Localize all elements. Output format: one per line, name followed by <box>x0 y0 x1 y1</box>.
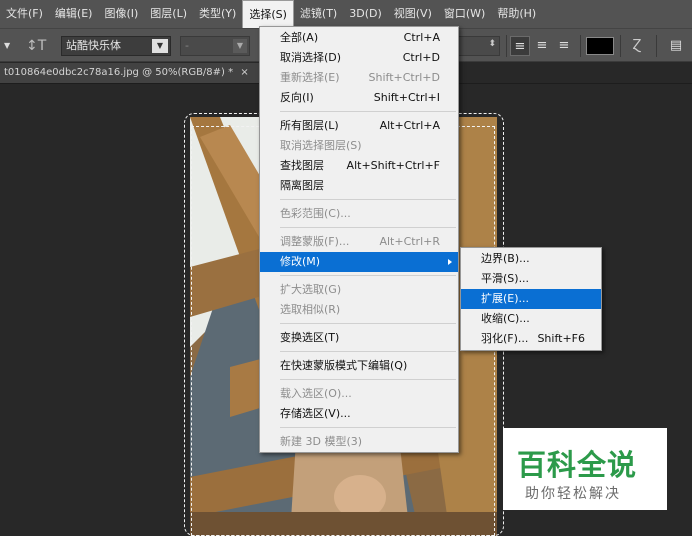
menu-item-quick-mask[interactable]: 在快速蒙版模式下编辑(Q) <box>260 356 458 376</box>
text-color-swatch[interactable] <box>586 37 614 55</box>
chevron-down-icon: ▼ <box>233 39 247 53</box>
warp-text-icon[interactable]: Ɀ <box>628 36 646 56</box>
font-family-value: 站酷快乐体 <box>66 39 121 52</box>
stepper-icon: ⬍ <box>488 39 496 49</box>
menu-view[interactable]: 视图(V) <box>388 0 438 28</box>
menu-select[interactable]: 选择(S) <box>242 0 294 28</box>
menu-item-isolate-layers[interactable]: 隔离图层 <box>260 176 458 196</box>
submenu-item-expand[interactable]: 扩展(E)... <box>461 289 601 309</box>
document-tab[interactable]: t010864e0dbc2c78a16.jpg @ 50%(RGB/8#) * … <box>0 63 270 83</box>
menu-item-refine-mask: 调整蒙版(F)... Alt+Ctrl+R <box>280 235 440 248</box>
submenu-item-smooth[interactable]: 平滑(S)... <box>461 269 601 289</box>
menu-divider <box>280 351 456 352</box>
submenu-arrow-icon <box>448 259 452 265</box>
menu-help[interactable]: 帮助(H) <box>491 0 542 28</box>
menubar: 文件(F) 编辑(E) 图像(I) 图层(L) 类型(Y) 选择(S) 滤镜(T… <box>0 0 692 28</box>
menu-filter[interactable]: 滤镜(T) <box>294 0 343 28</box>
align-left-icon[interactable]: ≡ <box>510 36 530 56</box>
menu-image[interactable]: 图像(I) <box>98 0 144 28</box>
menu-item-load-selection: 载入选区(O)... <box>280 387 352 400</box>
align-right-icon[interactable]: ≡ <box>554 36 574 56</box>
menu-layer[interactable]: 图层(L) <box>144 0 193 28</box>
modify-submenu: 边界(B)... 平滑(S)... 扩展(E)... 收缩(C)... 羽化(F… <box>460 247 602 351</box>
menu-3d[interactable]: 3D(D) <box>343 0 388 28</box>
menu-item-modify[interactable]: 修改(M) <box>260 252 458 272</box>
menu-divider <box>280 379 456 380</box>
document-title: t010864e0dbc2c78a16.jpg @ 50%(RGB/8#) * <box>4 67 234 78</box>
tool-preset-dropdown-icon[interactable]: ▼ <box>4 41 10 50</box>
menu-item-all-layers[interactable]: 所有图层(L) Alt+Ctrl+A <box>260 116 458 136</box>
menu-window[interactable]: 窗口(W) <box>438 0 491 28</box>
menu-item-color-range: 色彩范围(C)... <box>280 207 351 220</box>
menu-divider <box>280 111 456 112</box>
watermark-logo: 百科全说 助你轻松解决 <box>503 428 667 510</box>
menu-item-save-selection[interactable]: 存储选区(V)... <box>260 404 458 424</box>
font-family-select[interactable]: 站酷快乐体 ▼ <box>61 36 171 56</box>
menu-edit[interactable]: 编辑(E) <box>49 0 99 28</box>
menu-item-new-3d-model: 新建 3D 模型(3) <box>280 435 363 448</box>
divider <box>656 35 657 57</box>
submenu-item-border[interactable]: 边界(B)... <box>461 249 601 269</box>
text-orientation-icon[interactable]: ↕T <box>26 37 46 55</box>
character-panel-icon[interactable]: ▤ <box>666 36 686 56</box>
menu-divider <box>280 323 456 324</box>
menu-type[interactable]: 类型(Y) <box>193 0 242 28</box>
chevron-down-icon: ▼ <box>152 39 168 53</box>
menu-item-deselect-layers: 取消选择图层(S) <box>280 139 362 152</box>
select-menu-dropdown: 全部(A) Ctrl+A 取消选择(D) Ctrl+D 重新选择(E) Shift+C… <box>259 26 459 453</box>
divider <box>620 35 621 57</box>
font-style-value: - <box>185 39 189 52</box>
menu-file[interactable]: 文件(F) <box>0 0 49 28</box>
menu-divider <box>280 427 456 428</box>
font-style-select[interactable]: - ▼ <box>180 36 250 56</box>
menu-item-grow: 扩大选取(G) <box>280 283 342 296</box>
submenu-item-feather[interactable]: 羽化(F)... Shift+F6 <box>461 329 601 349</box>
menu-item-reselect: 重新选择(E) Shift+Ctrl+D <box>280 71 440 84</box>
divider <box>506 35 507 57</box>
watermark-subtitle: 助你轻松解决 <box>525 486 621 502</box>
menu-item-find-layers[interactable]: 查找图层 Alt+Shift+Ctrl+F <box>260 156 458 176</box>
watermark-title: 百科全说 <box>517 448 638 482</box>
align-center-icon[interactable]: ≡ <box>532 36 552 56</box>
menu-divider <box>280 227 456 228</box>
menu-divider <box>280 275 456 276</box>
close-icon[interactable]: × <box>240 67 248 78</box>
divider <box>580 35 581 57</box>
menu-item-similar: 选取相似(R) <box>280 303 341 316</box>
menu-item-select-all[interactable]: 全部(A) Ctrl+A <box>260 28 458 48</box>
menu-item-deselect[interactable]: 取消选择(D) Ctrl+D <box>260 48 458 68</box>
menu-item-transform-selection[interactable]: 变换选区(T) <box>260 328 458 348</box>
submenu-item-contract[interactable]: 收缩(C)... <box>461 309 601 329</box>
menu-divider <box>280 199 456 200</box>
menu-item-inverse[interactable]: 反向(I) Shift+Ctrl+I <box>260 88 458 108</box>
